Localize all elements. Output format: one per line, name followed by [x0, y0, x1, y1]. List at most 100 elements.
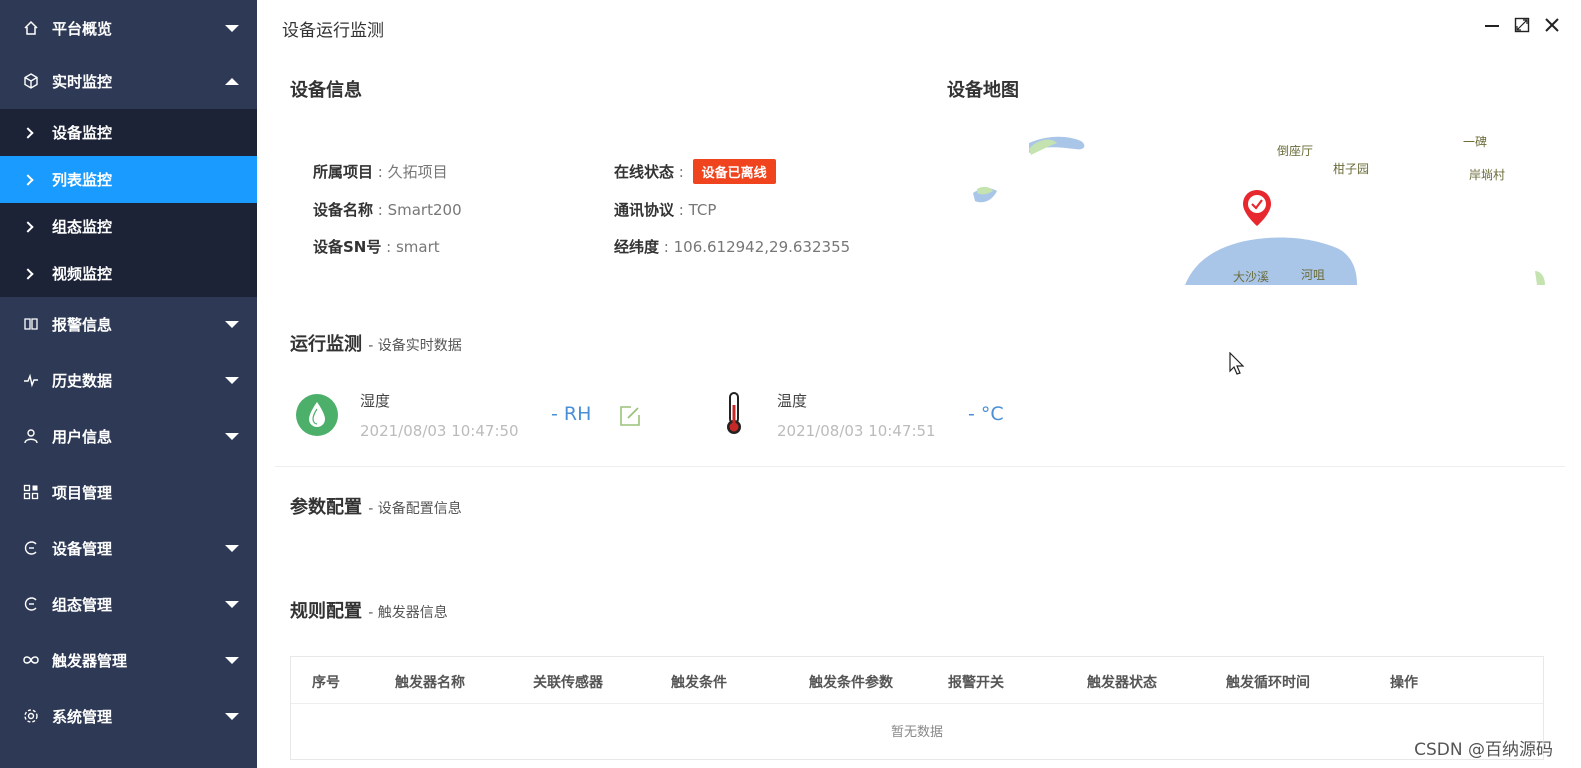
- sensor-temperature-value: - °C: [968, 403, 1004, 425]
- sub-device-monitor[interactable]: 设备监控: [0, 109, 257, 156]
- thermometer-icon: [721, 391, 747, 441]
- caret-down-icon: [225, 25, 239, 32]
- table-header[interactable]: 触发条件参数: [809, 672, 893, 692]
- status-badge: 设备已离线: [692, 159, 776, 184]
- table-header[interactable]: 触发器状态: [1087, 672, 1157, 692]
- scada-icon: [22, 595, 40, 613]
- sensor-humidity-time: 2021/08/03 10:47:50: [360, 422, 519, 440]
- nav-label: 平台概览: [52, 19, 113, 38]
- sub-video-monitor[interactable]: 视频监控: [0, 250, 257, 297]
- status-label: 在线状态: [614, 163, 675, 181]
- close-icon[interactable]: [1543, 16, 1561, 34]
- sensor-humidity-name: 湿度: [360, 392, 391, 410]
- water-drop-icon: [295, 393, 339, 441]
- map-marker-icon[interactable]: [1241, 188, 1273, 228]
- table-header[interactable]: 操作: [1390, 672, 1418, 692]
- nav-alarm-info[interactable]: 报警信息: [0, 296, 257, 352]
- nav-label: 用户信息: [52, 427, 113, 446]
- window-controls: [1483, 16, 1561, 34]
- realtime-submenu: 设备监控 列表监控 组态监控 视频监控: [0, 109, 257, 297]
- table-header[interactable]: 触发器名称: [395, 672, 465, 692]
- gear-icon: [22, 707, 40, 725]
- nav-scada-manage[interactable]: 组态管理: [0, 576, 257, 632]
- chevron-right-icon: [22, 220, 34, 233]
- maximize-icon[interactable]: [1513, 16, 1531, 34]
- monitor-subtitle: - 设备实时数据: [368, 338, 462, 354]
- section-divider: [275, 466, 1565, 467]
- edit-icon[interactable]: [619, 405, 641, 431]
- nav-trigger-manage[interactable]: 触发器管理: [0, 632, 257, 688]
- nav-label: 项目管理: [52, 483, 113, 502]
- caret-down-icon: [225, 657, 239, 664]
- protocol-label: 通讯协议: [614, 201, 675, 219]
- nav-label: 历史数据: [52, 371, 113, 390]
- caret-down-icon: [225, 545, 239, 552]
- device-icon: [22, 539, 40, 557]
- info-protocol: 通讯协议 : TCP: [614, 201, 717, 219]
- sn-label: 设备SN号: [313, 238, 382, 256]
- device-name-label: 设备名称: [313, 201, 374, 219]
- nav-label: 触发器管理: [52, 651, 128, 670]
- monitor-title: 运行监测 - 设备实时数据: [290, 330, 462, 356]
- sub-label: 视频监控: [52, 265, 113, 283]
- nav-realtime-monitor[interactable]: 实时监控: [0, 53, 257, 109]
- map-label: 一碑: [1463, 135, 1488, 149]
- table-header[interactable]: 报警开关: [948, 672, 1004, 692]
- sensor-humidity-value: - RH: [551, 403, 592, 425]
- table-header[interactable]: 关联传感器: [533, 672, 603, 692]
- nav-platform-overview[interactable]: 平台概览: [0, 0, 257, 56]
- nav-device-manage[interactable]: 设备管理: [0, 520, 257, 576]
- sub-label: 设备监控: [52, 124, 113, 142]
- table-header[interactable]: 触发条件: [671, 672, 727, 692]
- empty-text: 暂无数据: [890, 725, 943, 740]
- params-title-text: 参数配置: [290, 497, 362, 518]
- map-label: 岸埫村: [1469, 168, 1506, 182]
- project-value: 久拓项目: [387, 163, 448, 181]
- device-name-value: Smart200: [387, 201, 462, 219]
- rules-title: 规则配置 - 触发器信息: [290, 597, 448, 623]
- caret-down-icon: [225, 433, 239, 440]
- minimize-icon[interactable]: [1483, 16, 1501, 34]
- grid-icon: [22, 483, 40, 501]
- chevron-right-icon: [22, 267, 34, 280]
- caret-down-icon: [225, 377, 239, 384]
- home-icon: [22, 19, 40, 37]
- caret-down-icon: [225, 321, 239, 328]
- device-info-title: 设备信息: [290, 80, 362, 101]
- sensor-temperature-name: 温度: [777, 392, 808, 410]
- nav-label: 报警信息: [52, 315, 113, 334]
- nav-label: 设备管理: [52, 539, 113, 558]
- infinity-icon: [22, 651, 40, 669]
- sub-scada-monitor[interactable]: 组态监控: [0, 203, 257, 250]
- map-title: 设备地图: [947, 80, 1019, 101]
- monitor-title-text: 运行监测: [290, 334, 362, 355]
- table-header[interactable]: 触发循环时间: [1226, 672, 1310, 692]
- rules-title-text: 规则配置: [290, 601, 362, 622]
- caret-down-icon: [225, 713, 239, 720]
- panel-title: 设备运行监测: [282, 21, 384, 41]
- params-title: 参数配置 - 设备配置信息: [290, 493, 462, 519]
- map-label: 大沙溪: [1233, 270, 1270, 284]
- mouse-cursor-icon: [1229, 351, 1245, 380]
- trigger-table: 序号 触发器名称 关联传感器 触发条件 触发条件参数 报警开关 触发器状态 触发…: [290, 656, 1544, 760]
- book-icon: [22, 315, 40, 333]
- info-project: 所属项目 : 久拓项目: [313, 163, 448, 181]
- caret-up-icon: [225, 78, 239, 85]
- watermark: CSDN @百纳源码: [1414, 740, 1553, 760]
- sn-value: smart: [395, 238, 440, 256]
- nav-system-manage[interactable]: 系统管理: [0, 688, 257, 744]
- chevron-right-icon: [22, 173, 34, 186]
- protocol-value: TCP: [688, 201, 717, 219]
- nav-history-data[interactable]: 历史数据: [0, 352, 257, 408]
- caret-down-icon: [225, 601, 239, 608]
- sub-list-monitor[interactable]: 列表监控: [0, 156, 257, 203]
- nav-user-info[interactable]: 用户信息: [0, 408, 257, 464]
- info-coords: 经纬度 : 106.612942,29.632355: [614, 238, 851, 256]
- info-device-name: 设备名称 : Smart200: [313, 201, 462, 219]
- table-header[interactable]: 序号: [312, 672, 340, 692]
- pulse-icon: [22, 371, 40, 389]
- main-panel: 设备运行监测 设备信息 所属项目 : 久拓项目 设备名称 : Smart200 …: [257, 0, 1581, 768]
- nav-label: 实时监控: [52, 72, 113, 91]
- device-map[interactable]: 倒座厅 柑子园 一碑 岸埫村 大沙溪 河咀: [947, 135, 1547, 285]
- nav-project-manage[interactable]: 项目管理: [0, 464, 257, 520]
